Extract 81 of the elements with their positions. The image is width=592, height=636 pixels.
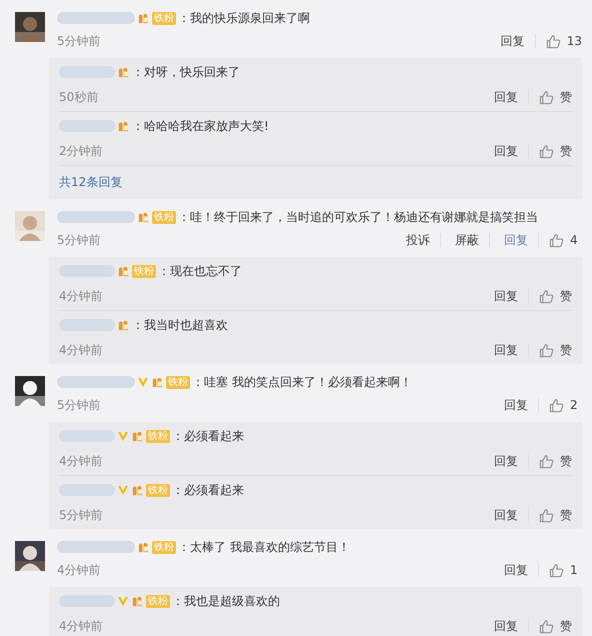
reply-link[interactable]: 回复 <box>490 452 522 470</box>
fan-badge: 铁粉 <box>152 540 176 554</box>
fan-level-icon <box>117 66 130 78</box>
fan-level-icon <box>137 210 150 224</box>
thumbs-up-icon[interactable] <box>539 90 554 104</box>
timestamp: 4分钟前 <box>59 288 103 304</box>
fan-badge: 铁粉 <box>146 594 170 608</box>
like-count: 13 <box>566 34 582 48</box>
verified-icon <box>117 595 129 607</box>
like-label[interactable]: 赞 <box>560 88 572 106</box>
reply-link[interactable]: 回复 <box>490 288 522 304</box>
fan-level-icon <box>137 12 150 24</box>
fan-level-icon <box>117 264 130 278</box>
fan-level-icon <box>117 120 130 132</box>
action-link[interactable]: 投诉 <box>402 232 434 248</box>
like-count: 2 <box>570 398 579 412</box>
verified-icon <box>117 484 129 496</box>
comment-text: ：太棒了 我最喜欢的综艺节目！ <box>178 538 350 556</box>
fan-badge: 铁粉 <box>152 210 176 224</box>
reply-text: ：必须看起来 <box>172 428 244 444</box>
timestamp: 4分钟前 <box>59 452 103 470</box>
like-label[interactable]: 赞 <box>560 288 572 304</box>
thumbs-up-icon[interactable] <box>539 508 554 522</box>
action-link[interactable]: 回复 <box>500 232 532 248</box>
fan-level-icon <box>151 376 164 388</box>
reply-text: ：我当时也超喜欢 <box>132 316 228 334</box>
thumbs-up-icon[interactable] <box>549 562 564 578</box>
fan-badge: 铁粉 <box>146 484 170 496</box>
reply-text: ：必须看起来 <box>172 482 244 498</box>
fan-badge: 铁粉 <box>152 12 176 24</box>
thumbs-up-icon[interactable] <box>539 144 554 158</box>
reply-link[interactable]: 回复 <box>490 88 522 106</box>
fan-level-icon <box>117 318 130 332</box>
timestamp: 5分钟前 <box>57 232 101 248</box>
reply-link[interactable]: 回复 <box>490 618 522 634</box>
thumbs-up-icon[interactable] <box>539 288 554 304</box>
fan-badge: 铁粉 <box>166 376 190 388</box>
action-link[interactable]: 回复 <box>500 396 532 414</box>
timestamp: 4分钟前 <box>59 342 103 358</box>
fan-badge: 铁粉 <box>132 264 156 278</box>
thumbs-up-icon[interactable] <box>546 34 561 48</box>
timestamp: 5分钟前 <box>57 396 101 414</box>
timestamp: 5分钟前 <box>59 506 103 524</box>
thumbs-up-icon[interactable] <box>539 454 554 468</box>
action-link[interactable]: 回复 <box>496 32 529 50</box>
thumbs-up-icon[interactable] <box>539 618 554 634</box>
comment-text: ：哇！终于回来了，当时追的可欢乐了！杨迪还有谢娜就是搞笑担当 <box>178 208 538 226</box>
timestamp: 4分钟前 <box>57 562 101 578</box>
fan-level-icon <box>131 430 144 442</box>
thumbs-up-icon[interactable] <box>549 398 564 412</box>
fan-badge: 铁粉 <box>146 430 170 442</box>
action-link[interactable]: 屏蔽 <box>451 232 483 248</box>
reply-link[interactable]: 回复 <box>490 142 522 160</box>
comment-text: ：哇塞 我的笑点回来了！必须看起来啊！ <box>192 374 412 390</box>
fan-level-icon <box>131 594 144 608</box>
reply-text: ：哈哈哈我在家放声大笑! <box>132 118 269 134</box>
timestamp: 5分钟前 <box>57 32 101 50</box>
fan-level-icon <box>131 484 144 496</box>
like-label[interactable]: 赞 <box>560 342 572 358</box>
like-count: 4 <box>570 233 579 247</box>
reply-text: ：对呀，快乐回来了 <box>132 64 240 80</box>
like-label[interactable]: 赞 <box>560 618 572 634</box>
reply-link[interactable]: 回复 <box>490 342 522 358</box>
fan-level-icon <box>137 540 150 554</box>
verified-icon <box>117 430 129 442</box>
thumbs-up-icon[interactable] <box>549 232 564 248</box>
reply-text: ：我也是超级喜欢的 <box>172 592 280 610</box>
action-link[interactable]: 回复 <box>500 562 532 578</box>
reply-link[interactable]: 回复 <box>490 506 522 524</box>
like-label[interactable]: 赞 <box>560 506 572 524</box>
thumbs-up-icon[interactable] <box>539 342 554 358</box>
reply-text: ：现在也忘不了 <box>158 262 242 280</box>
like-label[interactable]: 赞 <box>560 142 572 160</box>
like-label[interactable]: 赞 <box>560 452 572 470</box>
more-replies-link[interactable]: 共12条回复 <box>59 165 572 199</box>
timestamp: 2分钟前 <box>59 142 103 160</box>
like-count: 1 <box>570 563 579 577</box>
verified-icon <box>137 376 149 388</box>
timestamp: 4分钟前 <box>59 618 103 634</box>
comment-text: ：我的快乐源泉回来了啊 <box>178 10 310 26</box>
timestamp: 50秒前 <box>59 88 98 106</box>
